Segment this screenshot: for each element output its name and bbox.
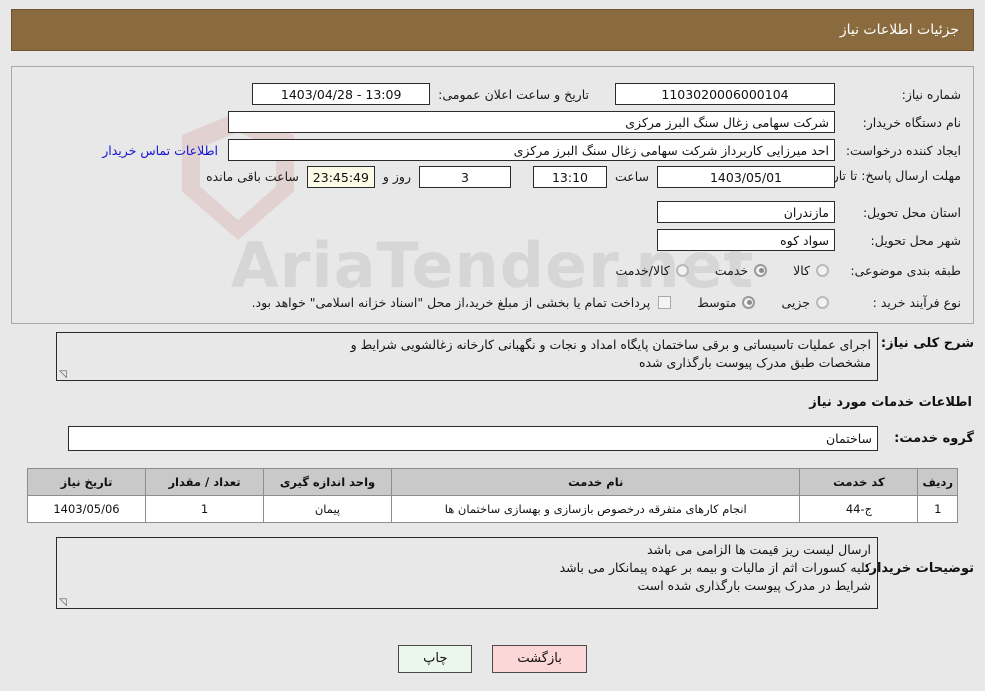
service-group-label: گروه خدمت: — [894, 431, 974, 446]
page-title: جزئیات اطلاعات نیاز — [839, 22, 959, 38]
service-group-value: ساختمان — [68, 426, 878, 451]
resize-grip-icon[interactable]: ◸ — [59, 369, 68, 380]
page-title-bar: جزئیات اطلاعات نیاز — [11, 9, 974, 51]
buyer-notes-resize-grip-icon[interactable]: ◸ — [59, 597, 68, 608]
col-unit: واحد اندازه گیری — [263, 468, 392, 496]
services-section-heading: اطلاعات خدمات مورد نیاز — [809, 395, 972, 410]
description-label: شرح کلی نیاز: — [880, 336, 974, 351]
buyer-notes-line-2: کلیه کسورات اثم از مالیات و بیمه بر عهده… — [559, 560, 871, 575]
footer-buttons: بازگشت چاپ — [0, 645, 985, 673]
print-button[interactable]: چاپ — [398, 645, 473, 673]
cell-name: انجام کارهای متفرقه درخصوص بازسازی و بهس… — [390, 495, 801, 523]
col-code: کد خدمت — [799, 468, 919, 496]
need-info-panel — [11, 66, 974, 324]
cell-code: ج-44 — [799, 495, 919, 523]
description-textarea[interactable]: اجرای عملیات تاسیساتی و برقی ساختمان پای… — [56, 332, 878, 381]
cell-unit: پیمان — [263, 495, 392, 523]
page-root: AriaTender.net جزئیات اطلاعات نیاز شماره… — [0, 0, 985, 691]
buyer-notes-line-1: ارسال لیست ریز قیمت ها الزامی می باشد — [647, 542, 871, 557]
services-table-wrap: ردیف کد خدمت نام خدمت واحد اندازه گیری ت… — [11, 468, 974, 523]
cell-index: 1 — [917, 495, 958, 523]
table-header-row: ردیف کد خدمت نام خدمت واحد اندازه گیری ت… — [27, 468, 958, 496]
cell-quantity: 1 — [145, 495, 264, 523]
col-name: نام خدمت — [390, 468, 801, 496]
col-quantity: تعداد / مقدار — [145, 468, 264, 496]
description-line-1: اجرای عملیات تاسیساتی و برقی ساختمان پای… — [350, 337, 871, 352]
description-line-2: مشخصات طبق مدرک پیوست بارگذاری شده — [639, 355, 871, 370]
buyer-notes-label: توضیحات خریدار: — [864, 561, 974, 576]
col-date: تاریخ نیاز — [27, 468, 146, 496]
services-table: ردیف کد خدمت نام خدمت واحد اندازه گیری ت… — [27, 468, 958, 523]
description-section: شرح کلی نیاز: اجرای عملیات تاسیساتی و بر… — [11, 332, 974, 609]
buyer-notes-row: توضیحات خریدار: ارسال لیست ریز قیمت ها ا… — [11, 537, 974, 609]
cell-need-date: 1403/05/06 — [27, 495, 146, 523]
table-row: 1 ج-44 انجام کارهای متفرقه درخصوص بازساز… — [27, 495, 958, 523]
buyer-notes-textarea[interactable]: ارسال لیست ریز قیمت ها الزامی می باشد کل… — [56, 537, 878, 609]
buyer-notes-line-3: شرایط در مدرک پیوست بارگذاری شده است — [637, 578, 871, 593]
col-index: ردیف — [917, 468, 958, 496]
service-group-row: گروه خدمت: ساختمان — [11, 426, 974, 451]
back-button[interactable]: بازگشت — [492, 645, 587, 673]
